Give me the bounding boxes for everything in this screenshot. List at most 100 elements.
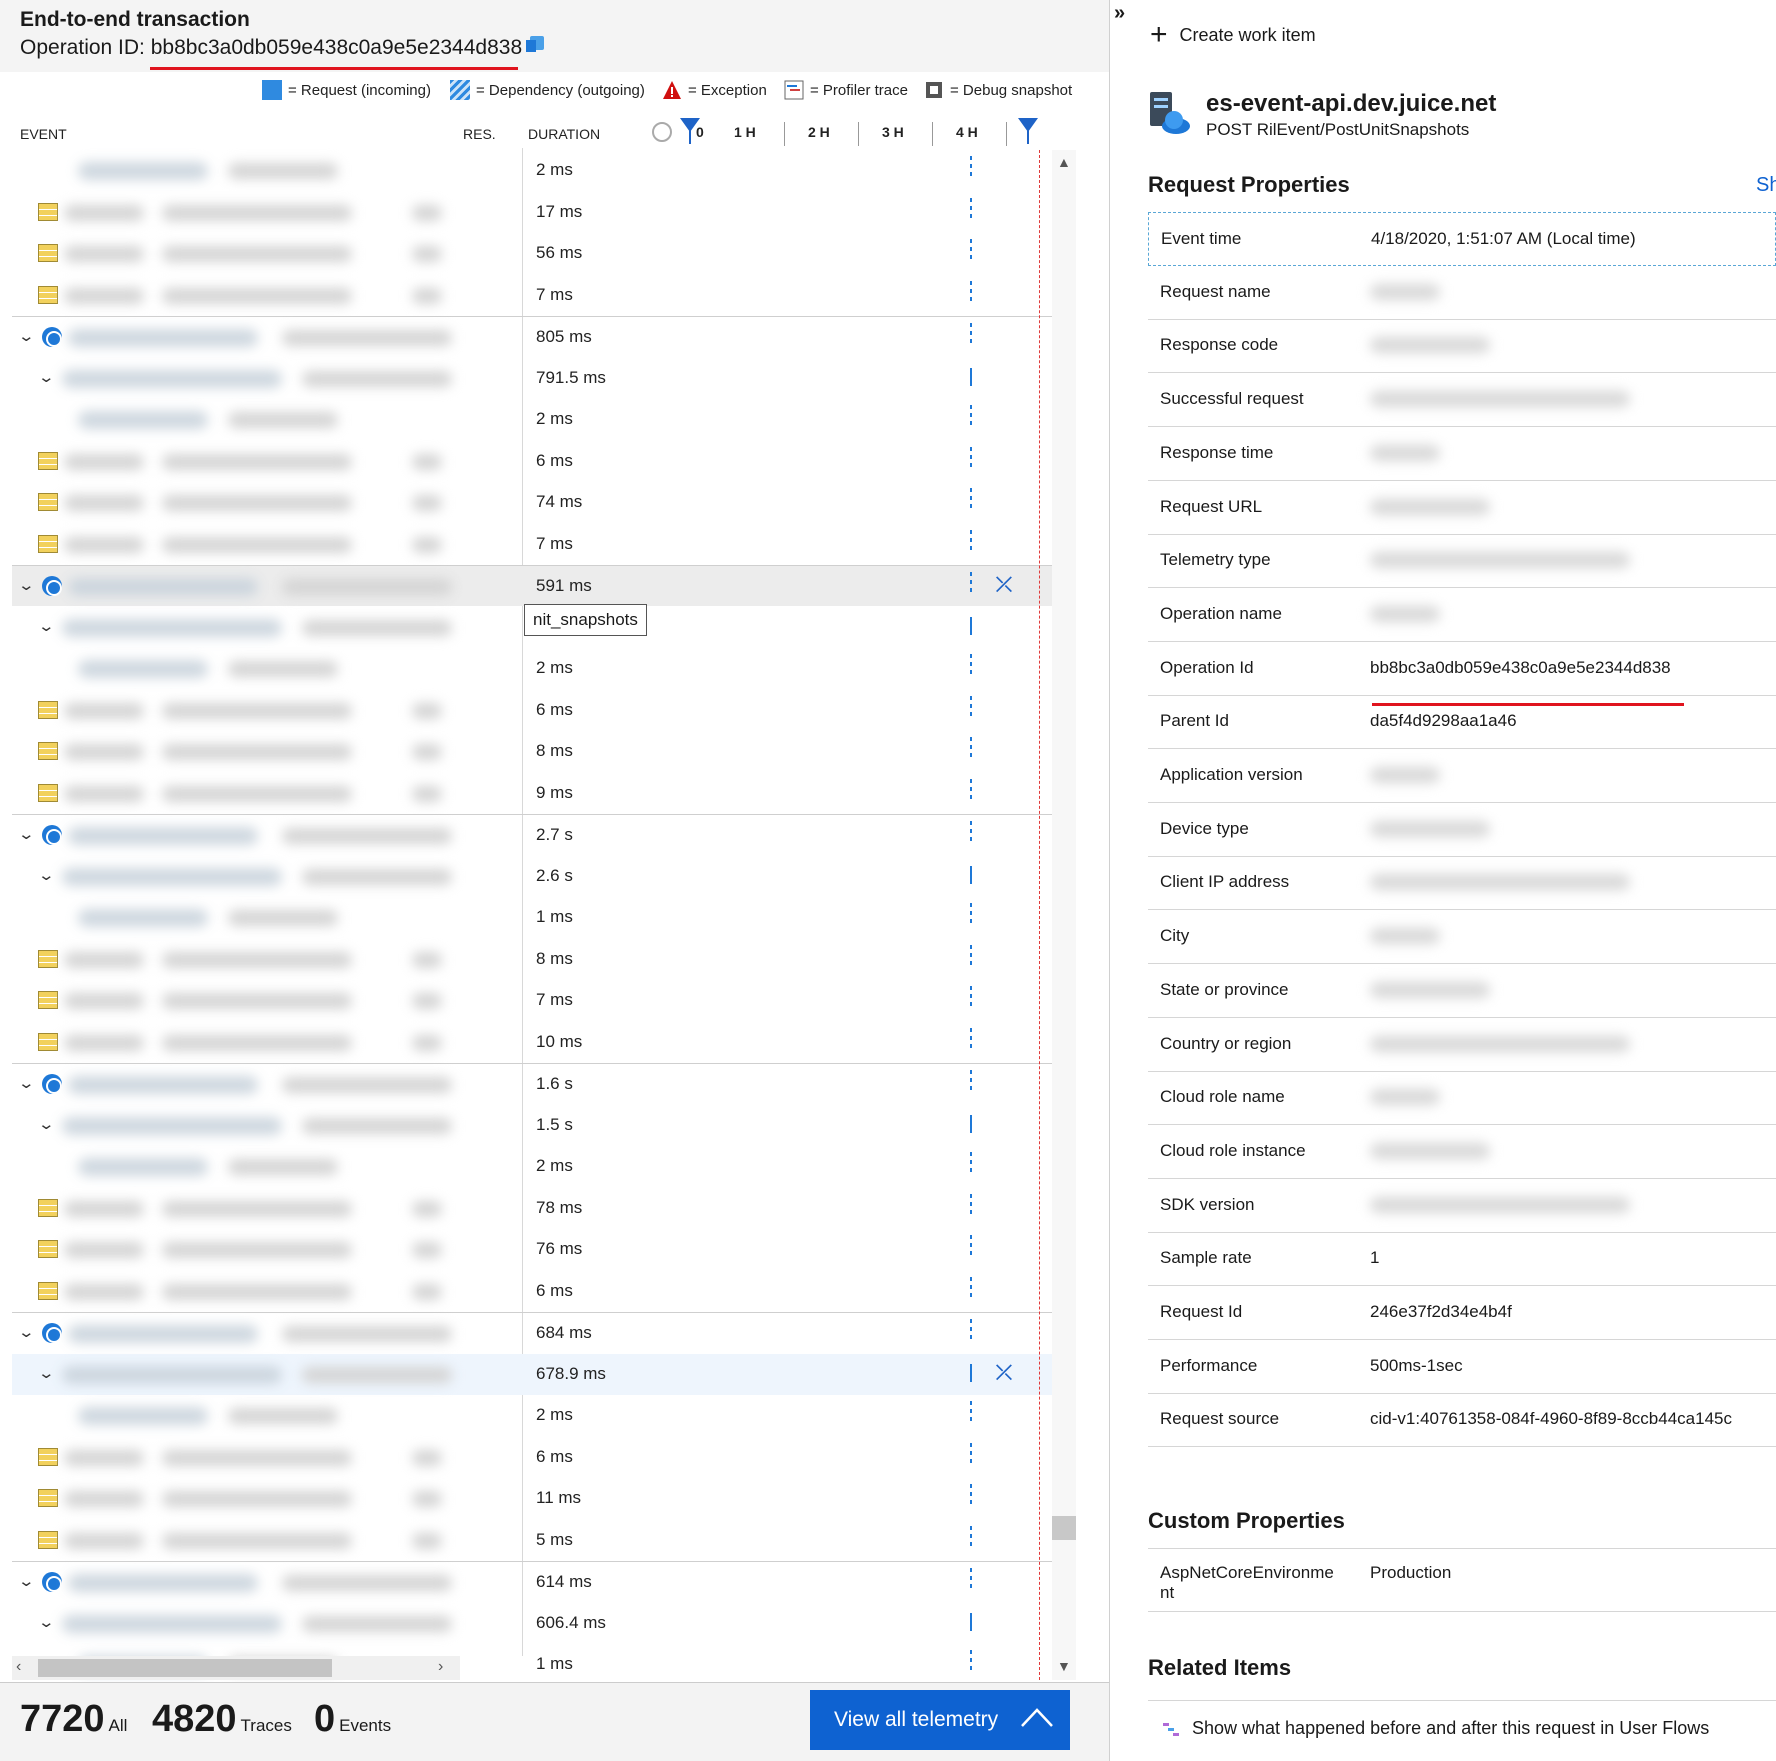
event-row[interactable]: ⌄ 678.9 ms ⤫ — [12, 1354, 1052, 1395]
scroll-up-icon[interactable]: ▲ — [1057, 154, 1071, 170]
view-all-telemetry-button[interactable]: View all telemetry — [810, 1690, 1070, 1750]
timeline-bar[interactable] — [970, 1115, 972, 1133]
event-row[interactable]: 2 ms — [12, 1146, 1052, 1187]
copy-icon[interactable] — [524, 30, 548, 54]
timeline-bar[interactable] — [970, 1070, 972, 1092]
compress-icon[interactable]: ⤫ — [996, 574, 1012, 597]
timeline-bar[interactable] — [970, 447, 972, 469]
event-row[interactable]: 7 ms — [12, 275, 1052, 316]
chevron-down-icon[interactable]: ⌄ — [17, 1323, 35, 1341]
event-row[interactable]: ⌄ 2.6 s — [12, 856, 1052, 897]
timeline-bar[interactable] — [970, 1277, 972, 1299]
count-traces[interactable]: 4820 Traces — [152, 1698, 292, 1741]
event-row[interactable]: ⌄ 791.5 ms — [12, 358, 1052, 399]
scroll-right-icon[interactable]: › — [438, 1658, 443, 1676]
event-row[interactable]: 8 ms — [12, 731, 1052, 772]
column-res[interactable]: RES. — [463, 126, 496, 142]
h-scroll-thumb[interactable] — [38, 1659, 332, 1677]
event-row[interactable]: 78 ms — [12, 1188, 1052, 1229]
chevron-down-icon[interactable]: ⌄ — [37, 1364, 55, 1382]
timeline-bar[interactable] — [970, 821, 972, 843]
timeline-bar[interactable] — [970, 866, 972, 884]
event-row[interactable]: 74 ms — [12, 482, 1052, 523]
timeline-bar[interactable] — [970, 986, 972, 1008]
event-row[interactable]: 11 ms — [12, 1478, 1052, 1519]
chevron-down-icon[interactable]: ⌄ — [37, 866, 55, 884]
event-row[interactable]: 7 ms — [12, 980, 1052, 1021]
count-all[interactable]: 7720 All — [20, 1698, 127, 1741]
chevron-down-icon[interactable]: ⌄ — [17, 1074, 35, 1092]
event-row[interactable]: 2 ms — [12, 1395, 1052, 1436]
timeline-bar[interactable] — [970, 1235, 972, 1257]
timeline-bar[interactable] — [970, 779, 972, 801]
timeline-bar[interactable] — [970, 281, 972, 303]
timeline-bar[interactable] — [970, 1152, 972, 1174]
collapse-panel-icon[interactable]: » — [1114, 2, 1125, 25]
event-row[interactable]: ⌄ 591 ms ⤫ — [12, 565, 1052, 606]
column-event[interactable]: EVENT — [20, 126, 67, 142]
timeline-bar[interactable] — [970, 1650, 972, 1672]
vertical-scrollbar[interactable]: ▲ ▼ — [1052, 150, 1076, 1680]
chevron-down-icon[interactable]: ⌄ — [17, 327, 35, 345]
event-row[interactable]: 7 ms — [12, 524, 1052, 565]
timeline-bar[interactable] — [970, 323, 972, 345]
chevron-down-icon[interactable]: ⌄ — [37, 1115, 55, 1133]
timeline-bar[interactable] — [970, 696, 972, 718]
timeline-bar[interactable] — [970, 945, 972, 967]
column-duration[interactable]: DURATION — [528, 126, 600, 142]
timeline-bar[interactable] — [970, 1319, 972, 1341]
timeline-bar[interactable] — [970, 239, 972, 261]
event-row[interactable]: 8 ms — [12, 939, 1052, 980]
chevron-down-icon[interactable]: ⌄ — [17, 825, 35, 843]
timeline-bar[interactable] — [970, 530, 972, 552]
timeline-bar[interactable] — [970, 1526, 972, 1548]
timeline-bar[interactable] — [970, 198, 972, 220]
timeline-bar[interactable] — [970, 654, 972, 676]
event-row[interactable]: 56 ms — [12, 233, 1052, 274]
event-row[interactable]: 6 ms — [12, 441, 1052, 482]
event-row[interactable]: ⌄ 1.5 s — [12, 1105, 1052, 1146]
event-row[interactable]: ⌄ 614 ms — [12, 1561, 1052, 1602]
timeline-bar[interactable] — [970, 617, 972, 635]
timeline-bar[interactable] — [970, 1568, 972, 1590]
create-work-item-button[interactable]: + Create work item — [1150, 18, 1316, 52]
event-row[interactable]: ⌄ 805 ms — [12, 316, 1052, 357]
event-row[interactable]: 6 ms — [12, 1271, 1052, 1312]
event-row[interactable]: 76 ms — [12, 1229, 1052, 1270]
timeline-bar[interactable] — [970, 405, 972, 427]
event-row[interactable]: ⌄ 606.4 ms — [12, 1603, 1052, 1644]
timeline-bar[interactable] — [970, 1028, 972, 1050]
timeline-bar[interactable] — [970, 1364, 972, 1382]
event-row[interactable]: 6 ms — [12, 690, 1052, 731]
scroll-down-icon[interactable]: ▼ — [1057, 1658, 1071, 1674]
event-row[interactable]: 5 ms — [12, 1520, 1052, 1561]
timeline-bar[interactable] — [970, 156, 972, 178]
event-row[interactable]: 2 ms — [12, 648, 1052, 689]
timeline-bar[interactable] — [970, 1613, 972, 1631]
event-row[interactable]: 17 ms — [12, 192, 1052, 233]
timeline-bar[interactable] — [970, 1484, 972, 1506]
timeline-bar[interactable] — [970, 1194, 972, 1216]
event-row[interactable]: 2 ms — [12, 399, 1052, 440]
chevron-down-icon[interactable]: ⌄ — [17, 1572, 35, 1590]
chevron-down-icon[interactable]: ⌄ — [17, 576, 35, 594]
event-row[interactable]: 9 ms — [12, 773, 1052, 814]
event-row[interactable]: ⌄ 1.6 s — [12, 1063, 1052, 1104]
event-row[interactable]: 2 ms — [12, 150, 1052, 191]
timeline-bar[interactable] — [970, 903, 972, 925]
scroll-left-icon[interactable]: ‹ — [16, 1658, 21, 1676]
chevron-down-icon[interactable]: ⌄ — [37, 617, 55, 635]
timeline-end-handle[interactable] — [1018, 118, 1038, 144]
event-row[interactable]: 6 ms — [12, 1437, 1052, 1478]
timeline-bar[interactable] — [970, 737, 972, 759]
timeline-bar[interactable] — [970, 1443, 972, 1465]
timeline-bar[interactable] — [970, 488, 972, 510]
chevron-down-icon[interactable]: ⌄ — [37, 368, 55, 386]
scroll-thumb[interactable] — [1052, 1516, 1076, 1540]
event-row[interactable]: ⌄ 2.7 s — [12, 814, 1052, 855]
chevron-down-icon[interactable]: ⌄ — [37, 1613, 55, 1631]
show-more-link[interactable]: Sh — [1756, 174, 1776, 197]
timeline-bar[interactable] — [970, 1401, 972, 1423]
reset-zoom-icon[interactable] — [650, 120, 674, 144]
event-row[interactable]: ⌄ 684 ms — [12, 1312, 1052, 1353]
